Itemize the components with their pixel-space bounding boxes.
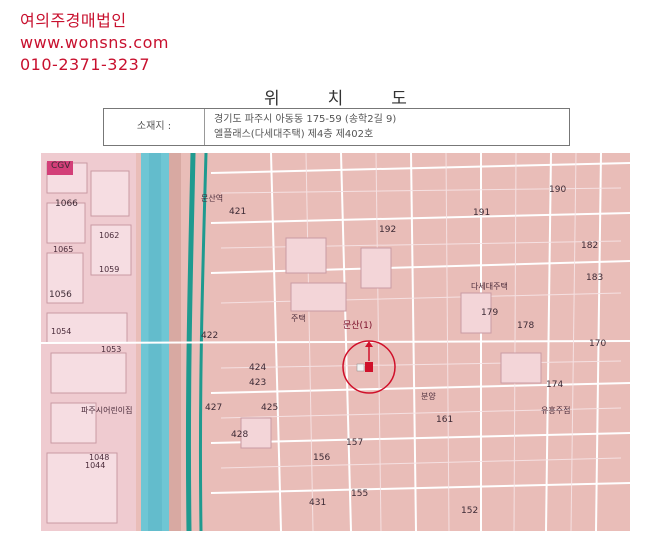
map-label: 157 bbox=[346, 438, 364, 448]
map-drawing bbox=[41, 153, 630, 531]
subject-label: 문산(1) bbox=[343, 321, 373, 331]
map-label: 문산역 bbox=[201, 194, 224, 203]
map-label: 178 bbox=[517, 321, 535, 331]
map-label: 428 bbox=[231, 430, 249, 440]
address-line-1: 경기도 파주시 아동동 175-59 (송학2길 9) bbox=[214, 114, 397, 125]
map-label: 190 bbox=[549, 185, 567, 195]
map-label: 다세대주택 bbox=[471, 282, 508, 291]
location-map[interactable]: 문산(1) CGV 1066 1065 1062 1059 1056 1054 … bbox=[41, 153, 630, 531]
map-label: 파주시어린이집 bbox=[81, 406, 133, 415]
map-label: 1056 bbox=[49, 290, 72, 300]
map-label: 1054 bbox=[51, 327, 72, 336]
map-label: 분양 bbox=[421, 392, 436, 401]
map-label: 191 bbox=[473, 208, 491, 218]
address-line-2: 엘플래스(다세대주택) 제4층 제402호 bbox=[214, 129, 374, 140]
map-label: 1062 bbox=[99, 231, 120, 240]
map-label: 155 bbox=[351, 489, 369, 499]
map-label: 182 bbox=[581, 241, 599, 251]
map-label: 유흥주점 bbox=[541, 406, 571, 415]
address-label: 소재지 : bbox=[104, 109, 205, 145]
subject-marker bbox=[365, 362, 373, 372]
map-label: 주택 bbox=[291, 314, 306, 323]
map-label: 170 bbox=[589, 339, 607, 349]
map-label: 152 bbox=[461, 506, 479, 516]
map-label: 431 bbox=[309, 498, 327, 508]
map-label: CGV bbox=[51, 161, 71, 171]
address-box: 소재지 : 경기도 파주시 아동동 175-59 (송학2길 9) 엘플래스(다… bbox=[103, 108, 570, 146]
map-label: 179 bbox=[481, 308, 499, 318]
map-label: 156 bbox=[313, 453, 331, 463]
brand-phone: 010-2371-3237 bbox=[20, 55, 151, 74]
document-title: 위치도 bbox=[264, 89, 455, 109]
map-label: 423 bbox=[249, 378, 267, 388]
map-label: 192 bbox=[379, 225, 397, 235]
map-label: 422 bbox=[201, 331, 219, 341]
map-label: 425 bbox=[261, 403, 279, 413]
map-label: 1044 bbox=[85, 461, 106, 470]
map-label: 424 bbox=[249, 363, 267, 373]
map-label: 1066 bbox=[55, 199, 78, 209]
map-label: 1059 bbox=[99, 265, 120, 274]
map-label: 1065 bbox=[53, 245, 74, 254]
map-label: 161 bbox=[436, 415, 454, 425]
brand-block: 여의주경매법인 www.wonsns.com 010-2371-3237 bbox=[20, 10, 169, 76]
map-label: 1053 bbox=[101, 345, 122, 354]
map-label: 427 bbox=[205, 403, 223, 413]
map-label: 421 bbox=[229, 207, 247, 217]
address-lines: 경기도 파주시 아동동 175-59 (송학2길 9) 엘플래스(다세대주택) … bbox=[214, 112, 396, 142]
brand-website[interactable]: www.wonsns.com bbox=[20, 32, 169, 54]
map-label: 174 bbox=[546, 380, 564, 390]
map-label: 183 bbox=[586, 273, 604, 283]
brand-name: 여의주경매법인 bbox=[20, 11, 127, 30]
